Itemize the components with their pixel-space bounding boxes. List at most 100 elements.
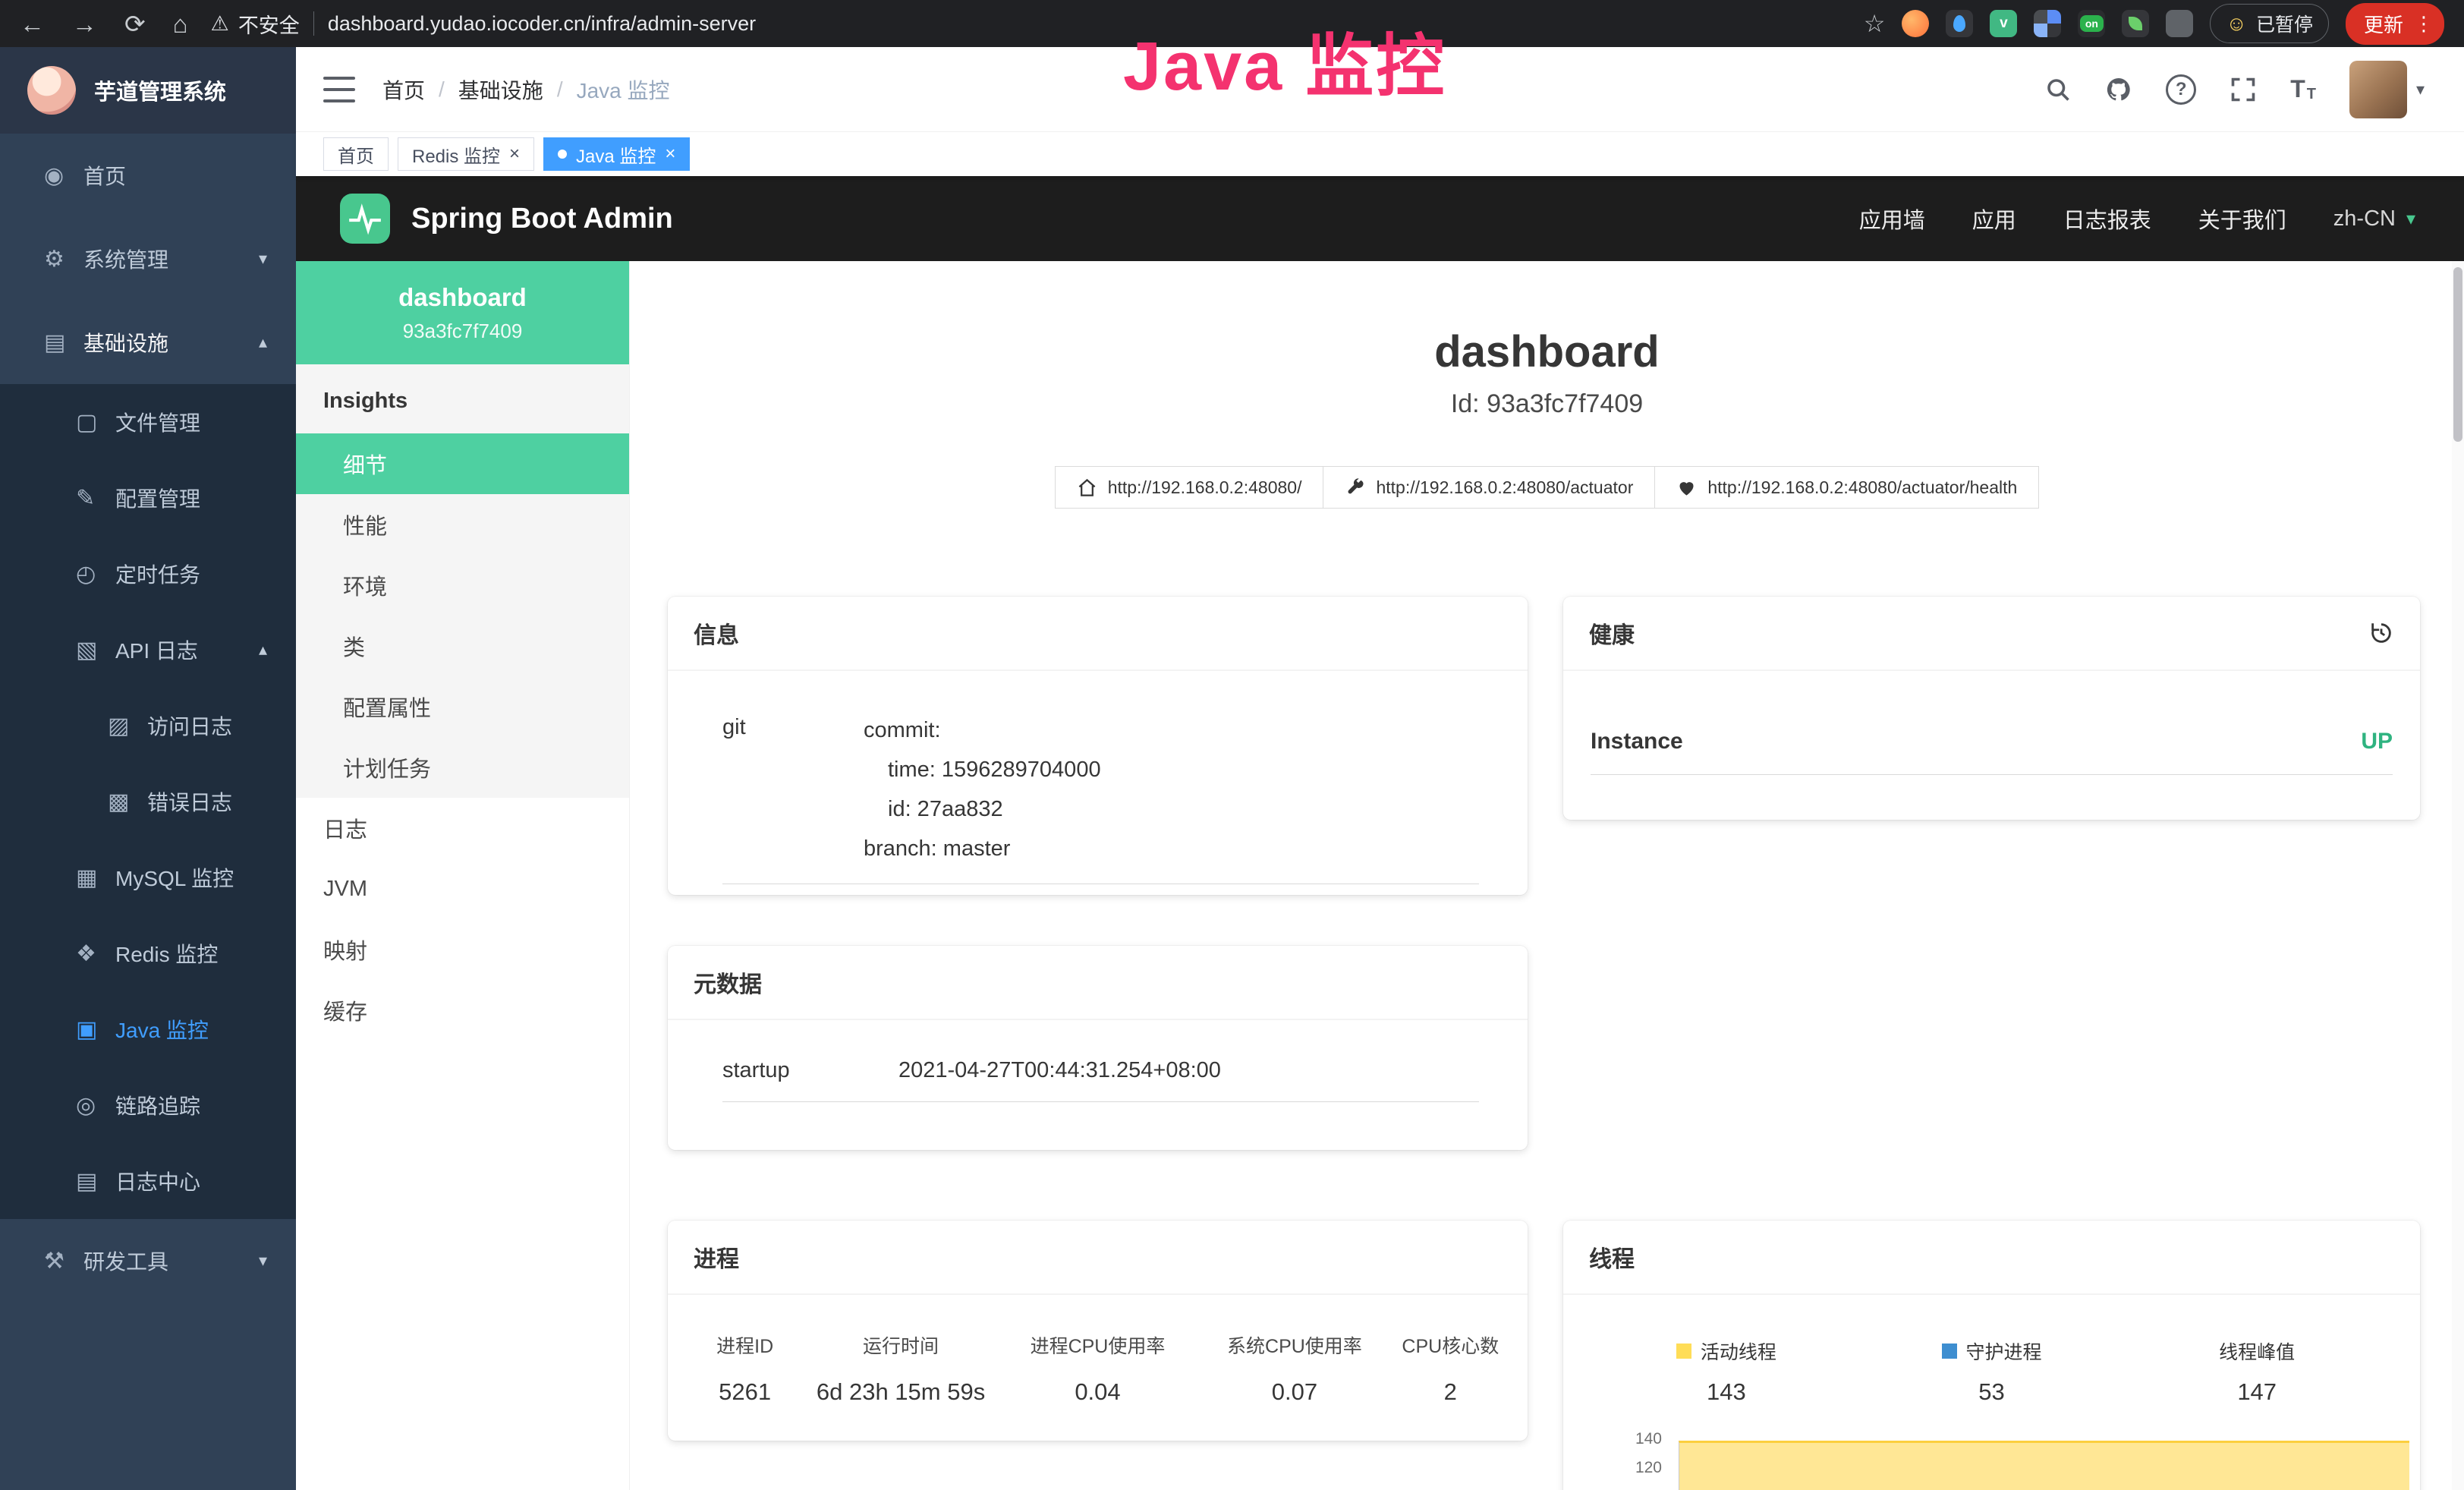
sidebar-item-system-management[interactable]: ⚙ 系统管理 ▾ — [0, 217, 296, 301]
sba-logo-icon[interactable] — [340, 194, 390, 244]
paused-badge[interactable]: ☺ 已暂停 — [2210, 4, 2329, 43]
close-icon[interactable]: × — [665, 145, 675, 163]
sba-navbar: Spring Boot Admin 应用墙 应用 日志报表 关于我们 zh-CN… — [296, 176, 2464, 261]
annotation-text: Java 监控 — [1123, 11, 1446, 109]
chevron-down-icon: ▾ — [259, 249, 267, 269]
update-button[interactable]: 更新 ⋮ — [2346, 3, 2444, 45]
process-col-pid: 进程ID — [688, 1331, 802, 1359]
metadata-row: startup 2021-04-27T00:44:31.254+08:00 — [722, 1058, 1479, 1102]
home-icon[interactable]: ⌂ — [173, 11, 188, 36]
infrastructure-icon: ▤ — [44, 329, 83, 356]
instance-nav-details[interactable]: 细节 — [296, 433, 629, 494]
instance-nav-environment[interactable]: 环境 — [296, 555, 629, 616]
instance-nav-loggers[interactable]: 日志 — [296, 798, 629, 858]
reload-icon[interactable]: ⟳ — [124, 11, 146, 36]
service-url-link[interactable]: http://192.168.0.2:48080/ — [1055, 466, 1324, 509]
git-commit: commit: — [864, 710, 1101, 750]
git-commit-id: id: 27aa832 — [864, 789, 1101, 829]
sba-title: Spring Boot Admin — [411, 203, 673, 235]
hamburger-icon[interactable] — [323, 77, 355, 102]
switch-on-extension-icon[interactable]: on — [2078, 10, 2105, 37]
process-card: 进程 进程ID 运行时间 进程CPU使用率 系统CPU使用率 CPU核心数 — [668, 1221, 1528, 1441]
process-cpu-value: 0.04 — [999, 1378, 1196, 1406]
sba-nav-about[interactable]: 关于我们 — [2198, 203, 2286, 235]
instance-nav-configprops[interactable]: 配置属性 — [296, 676, 629, 737]
insights-section-label: Insights — [296, 364, 629, 433]
sidebar-item-log-center[interactable]: ▤ 日志中心 — [0, 1143, 296, 1219]
back-icon[interactable]: ← — [20, 11, 45, 36]
process-pid-value: 5261 — [688, 1378, 802, 1406]
user-menu[interactable]: ▾ — [2349, 61, 2425, 118]
sidebar-menu: ◉ 首页 ⚙ 系统管理 ▾ ▤ 基础设施 ▴ ▢ 文件管理 ✎ 配置管 — [0, 134, 296, 1303]
insights-group: Insights 细节 性能 环境 类 配置属性 计划任务 — [296, 364, 629, 798]
fullscreen-icon[interactable] — [2230, 76, 2257, 103]
sidebar-item-link-tracing[interactable]: ◎ 链路追踪 — [0, 1067, 296, 1143]
y-axis-tick: 140 — [1571, 1430, 1662, 1448]
sidebar-item-mysql-monitor[interactable]: ▦ MySQL 监控 — [0, 840, 296, 915]
bookmark-star-icon[interactable]: ☆ — [1864, 11, 1886, 36]
update-label: 更新 — [2364, 10, 2403, 38]
instance-nav-caches[interactable]: 缓存 — [296, 980, 629, 1041]
tab-redis-monitor[interactable]: Redis 监控 × — [398, 137, 534, 171]
avatar[interactable] — [2349, 61, 2407, 118]
kebab-menu-icon[interactable]: ⋮ — [2414, 12, 2434, 36]
vue-devtools-icon[interactable]: v — [1990, 10, 2017, 37]
instance-nav-jvm[interactable]: JVM — [296, 858, 629, 919]
legend-daemon-threads: 守护进程 53 — [1859, 1337, 2125, 1406]
font-size-icon[interactable]: TT — [2290, 75, 2316, 103]
sidebar-item-file-management[interactable]: ▢ 文件管理 — [0, 384, 296, 460]
sidebar-item-api-logs[interactable]: ▧ API 日志 ▴ — [0, 612, 296, 688]
actuator-url-link[interactable]: http://192.168.0.2:48080/actuator — [1323, 466, 1655, 509]
puzzle-extension-icon[interactable] — [2166, 10, 2193, 37]
sba-nav-journal[interactable]: 日志报表 — [2063, 203, 2151, 235]
instance-links: http://192.168.0.2:48080/ http://192.168… — [630, 466, 2464, 509]
page-title: dashboard — [630, 326, 2464, 377]
sidebar-item-redis-monitor[interactable]: ❖ Redis 监控 — [0, 915, 296, 991]
instance-nav-mappings[interactable]: 映射 — [296, 919, 629, 980]
locale-selector[interactable]: zh-CN ▾ — [2333, 206, 2415, 232]
instance-nav-performance[interactable]: 性能 — [296, 494, 629, 555]
metadata-card-title: 元数据 — [668, 946, 1528, 1020]
sidebar-item-dev-tools[interactable]: ⚒ 研发工具 ▾ — [0, 1219, 296, 1303]
history-icon[interactable] — [2368, 620, 2394, 646]
sidebar-item-home[interactable]: ◉ 首页 — [0, 134, 296, 217]
sidebar-item-access-logs[interactable]: ▨ 访问日志 — [0, 688, 296, 764]
sba-nav-wallboard[interactable]: 应用墙 — [1859, 203, 1925, 235]
address-bar[interactable]: ⚠ 不安全 dashboard.yudao.iocoder.cn/infra/a… — [211, 9, 757, 39]
leaf-extension-icon[interactable] — [2122, 10, 2149, 37]
close-icon[interactable]: × — [509, 145, 520, 163]
tab-java-monitor[interactable]: Java 监控 × — [543, 137, 690, 171]
instance-nav-scheduled-tasks[interactable]: 计划任务 — [296, 737, 629, 798]
scrollbar-track[interactable] — [2452, 261, 2464, 1490]
sidebar-item-error-logs[interactable]: ▩ 错误日志 — [0, 764, 296, 840]
git-info-row: git commit: time: 1596289704000 id: 27aa… — [722, 710, 1479, 884]
breadcrumb-infrastructure[interactable]: 基础设施 — [458, 74, 543, 105]
scrollbar-thumb[interactable] — [2453, 267, 2462, 442]
breadcrumb: 首页 / 基础设施 / Java 监控 — [382, 74, 670, 105]
forward-icon[interactable]: → — [72, 11, 97, 36]
health-row: Instance UP — [1591, 729, 2393, 775]
health-url-link[interactable]: http://192.168.0.2:48080/actuator/health — [1654, 466, 2039, 509]
app-logo[interactable]: 芋道管理系统 — [0, 47, 296, 134]
health-card-title: 健康 — [1589, 616, 1635, 650]
extensions-grid-icon[interactable] — [2034, 10, 2061, 37]
fox-extension-icon[interactable] — [1902, 10, 1929, 37]
sba-nav-applications[interactable]: 应用 — [1972, 203, 2016, 235]
instance-nav-classes[interactable]: 类 — [296, 616, 629, 676]
process-card-title: 进程 — [668, 1221, 1528, 1295]
drop-extension-icon[interactable] — [1946, 10, 1973, 37]
search-icon[interactable] — [2044, 76, 2072, 103]
breadcrumb-current: Java 监控 — [577, 74, 670, 105]
sidebar-item-infrastructure[interactable]: ▤ 基础设施 ▴ — [0, 301, 296, 384]
access-log-icon: ▨ — [108, 713, 147, 739]
sidebar-item-java-monitor[interactable]: ▣ Java 监控 — [0, 991, 296, 1067]
github-icon[interactable] — [2105, 76, 2132, 103]
breadcrumb-separator: / — [557, 77, 563, 102]
tab-home[interactable]: 首页 — [323, 137, 389, 171]
health-card: 健康 Instance UP — [1563, 597, 2420, 820]
breadcrumb-home[interactable]: 首页 — [382, 74, 425, 105]
sidebar-item-scheduled-tasks[interactable]: ◴ 定时任务 — [0, 536, 296, 612]
help-icon[interactable]: ? — [2166, 74, 2196, 105]
sidebar-item-config-management[interactable]: ✎ 配置管理 — [0, 460, 296, 536]
security-label: 不安全 — [238, 9, 300, 39]
